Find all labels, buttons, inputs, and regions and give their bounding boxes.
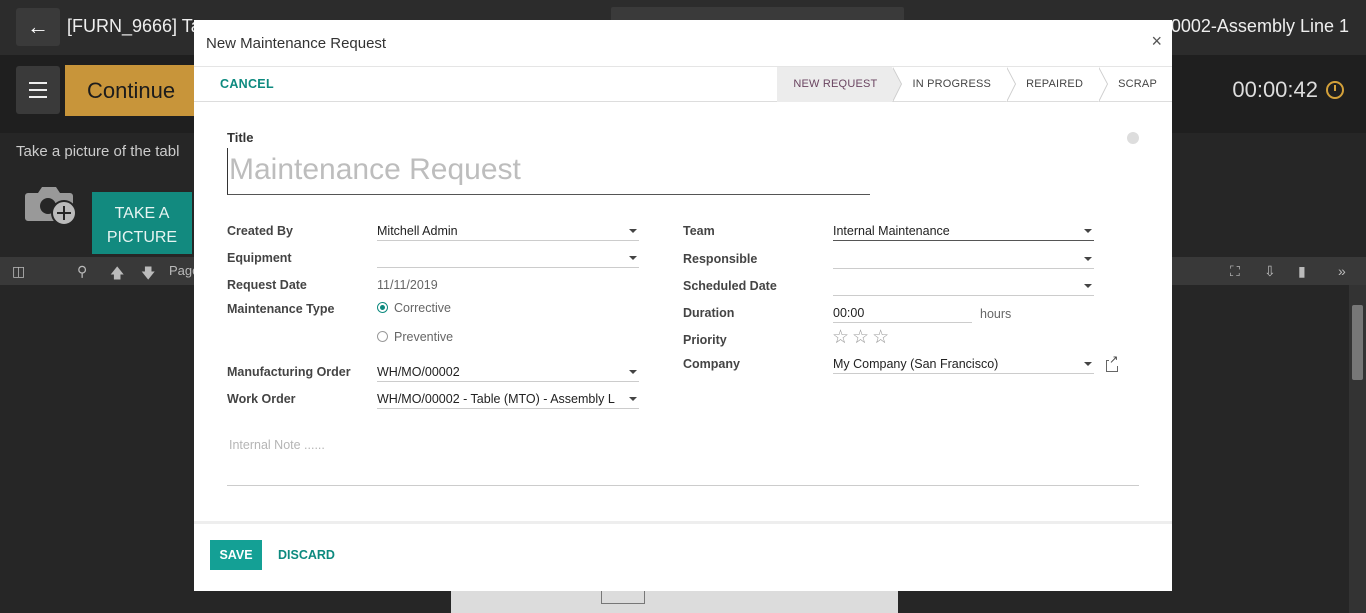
equipment-label: Equipment [227,251,292,265]
work-order-field[interactable]: WH/MO/00002 - Table (MTO) - Assembly L [377,389,639,409]
chevron-down-icon[interactable] [1084,257,1092,261]
chevron-down-icon[interactable] [629,229,637,233]
cancel-button[interactable]: CANCEL [220,77,274,91]
duration-input[interactable]: 00:00 [833,303,972,323]
radio-unchecked-icon[interactable] [377,331,388,342]
chevron-down-icon[interactable] [1084,229,1092,233]
scheduled-date-field[interactable] [833,276,1094,296]
company-value: My Company (San Francisco) [833,357,999,371]
stage-scrap[interactable]: SCRAP [1098,67,1172,102]
chevron-down-icon[interactable] [629,397,637,401]
equipment-field[interactable] [377,248,639,268]
chevron-down-icon[interactable] [629,256,637,260]
created-by-value: Mitchell Admin [377,224,458,238]
dialog-title: New Maintenance Request [206,35,387,52]
team-value: Internal Maintenance [833,224,950,238]
request-date-value: 11/11/2019 [377,278,438,292]
priority-label: Priority [683,333,727,347]
dialog-header: New Maintenance Request × [194,20,1172,67]
internal-note-field[interactable]: Internal Note ...... [227,438,1139,486]
company-field[interactable]: My Company (San Francisco) [833,354,1094,374]
team-field[interactable]: Internal Maintenance [833,221,1094,241]
discard-button[interactable]: DISCARD [278,548,335,562]
stage-repaired[interactable]: REPAIRED [1006,67,1109,102]
dialog-footer: SAVE DISCARD [194,521,1172,591]
request-date-label: Request Date [227,278,307,292]
stage-new-request[interactable]: NEW REQUEST [777,67,903,102]
manufacturing-order-field[interactable]: WH/MO/00002 [377,362,639,382]
created-by-field[interactable]: Mitchell Admin [377,221,639,241]
maintenance-type-label: Maintenance Type [227,302,335,316]
radio-preventive-label: Preventive [394,330,454,344]
priority-star-icon[interactable]: ☆☆☆ [832,326,892,349]
stage-pipeline: NEW REQUEST IN PROGRESS REPAIRED SCRAP [777,67,1172,102]
work-order-value: WH/MO/00002 - Table (MTO) - Assembly L [377,392,615,406]
manufacturing-order-value: WH/MO/00002 [377,365,460,379]
radio-checked-icon[interactable] [377,302,388,313]
team-label: Team [683,224,715,238]
kanban-state-indicator[interactable] [1127,132,1139,144]
duration-unit: hours [980,307,1012,321]
chevron-down-icon[interactable] [1084,284,1092,288]
form-statusbar: CANCEL NEW REQUEST IN PROGRESS REPAIRED … [194,67,1172,102]
manufacturing-order-label: Manufacturing Order [227,365,351,379]
work-order-label: Work Order [227,392,296,406]
responsible-label: Responsible [683,252,758,266]
radio-corrective-label: Corrective [394,301,451,315]
chevron-down-icon[interactable] [1084,362,1092,366]
close-icon[interactable]: × [1151,32,1162,50]
chevron-down-icon[interactable] [629,370,637,374]
title-label: Title [227,130,254,145]
external-link-icon[interactable] [1106,355,1119,372]
stage-in-progress[interactable]: IN PROGRESS [892,67,1016,102]
radio-preventive[interactable]: Preventive [377,330,453,344]
title-input[interactable]: Maintenance Request [227,148,870,195]
radio-corrective[interactable]: Corrective [377,301,451,315]
form-sheet: Title Maintenance Request Created By Mit… [194,102,1172,521]
scheduled-date-label: Scheduled Date [683,279,777,293]
maintenance-request-dialog: New Maintenance Request × CANCEL NEW REQ… [194,20,1172,591]
company-label: Company [683,357,740,371]
save-button[interactable]: SAVE [210,540,262,570]
responsible-field[interactable] [833,249,1094,269]
created-by-label: Created By [227,224,293,238]
duration-label: Duration [683,306,735,320]
